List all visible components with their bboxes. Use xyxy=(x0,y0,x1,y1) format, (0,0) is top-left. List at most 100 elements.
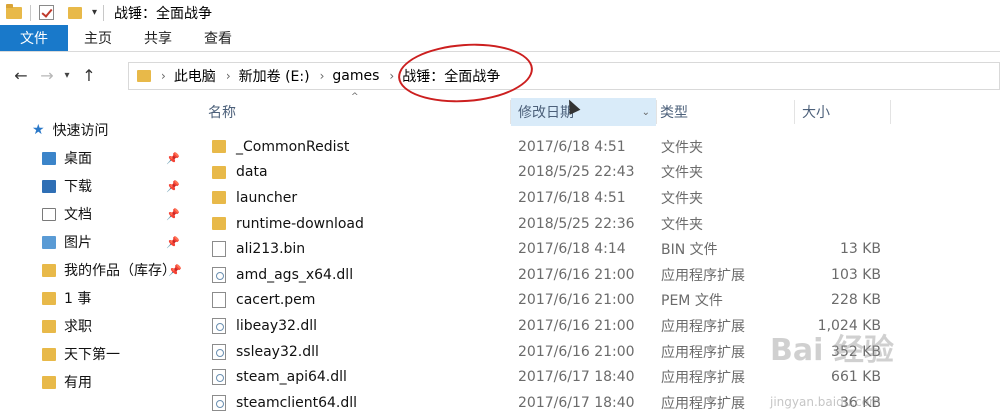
breadcrumb-this-pc[interactable]: 此电脑 xyxy=(174,66,216,86)
sidebar-item-label: 图片 xyxy=(64,235,92,251)
file-name: steamclient64.dll xyxy=(236,394,357,411)
file-type: 应用程序扩展 xyxy=(661,395,745,412)
file-row[interactable]: launcher 2017/6/18 4:51 文件夹 xyxy=(190,185,1000,211)
file-name: amd_ags_x64.dll xyxy=(236,266,354,283)
new-folder-icon[interactable] xyxy=(68,6,82,19)
file-row[interactable]: data 2018/5/25 22:43 文件夹 xyxy=(190,160,1000,186)
back-arrow-icon[interactable]: ← xyxy=(8,66,34,85)
file-type: 应用程序扩展 xyxy=(661,344,745,361)
file-date: 2018/5/25 22:43 xyxy=(518,164,635,181)
folder-icon xyxy=(212,140,226,154)
folder-icon xyxy=(42,375,56,389)
sidebar-item-my-works[interactable]: 我的作品（库存） 📌 xyxy=(0,256,190,284)
pin-icon[interactable]: 📌 xyxy=(166,152,180,165)
window-title: 战锤：全面战争 xyxy=(114,5,213,22)
breadcrumb-games[interactable]: games xyxy=(332,68,379,84)
dll-file-icon xyxy=(212,394,226,411)
folder-icon xyxy=(42,291,56,305)
desktop-icon xyxy=(42,151,56,165)
pin-icon[interactable]: 📌 xyxy=(168,264,182,277)
file-type: 文件夹 xyxy=(661,139,703,156)
watermark-url: jingyan.baidu.com xyxy=(770,395,881,409)
document-icon xyxy=(42,207,56,221)
file-type: 应用程序扩展 xyxy=(661,318,745,335)
sidebar-item-downloads[interactable]: 下载 📌 xyxy=(0,172,190,200)
properties-check-icon[interactable] xyxy=(39,5,54,20)
column-divider[interactable] xyxy=(656,100,657,124)
file-name: runtime-download xyxy=(236,215,364,232)
sidebar-item-folder-1[interactable]: 1 事 xyxy=(0,284,190,312)
column-header-row: 名称 修改日期 ⌄ 类型 大小 xyxy=(190,98,1000,126)
file-type: 文件夹 xyxy=(661,165,703,182)
picture-icon xyxy=(42,235,56,249)
column-divider[interactable] xyxy=(794,100,795,124)
file-size: 661 KB xyxy=(831,369,881,386)
sidebar-item-label: 天下第一 xyxy=(64,347,120,363)
sidebar-item-pictures[interactable]: 图片 📌 xyxy=(0,228,190,256)
sidebar-item-useful[interactable]: 有用 xyxy=(0,368,190,396)
file-size: 228 KB xyxy=(831,292,881,309)
file-date: 2017/6/16 21:00 xyxy=(518,343,635,360)
file-row[interactable]: ali213.bin 2017/6/18 4:14 BIN 文件 13 KB xyxy=(190,236,1000,262)
sidebar-item-quick-access[interactable]: ★ 快速访问 xyxy=(0,116,190,144)
file-date: 2017/6/18 4:51 xyxy=(518,189,626,206)
chevron-right-icon[interactable]: › xyxy=(320,69,325,83)
file-row[interactable]: runtime-download 2018/5/25 22:36 文件夹 xyxy=(190,211,1000,237)
folder-icon xyxy=(6,3,22,19)
sidebar-item-label: 我的作品（库存） xyxy=(64,263,176,279)
column-header-name[interactable]: 名称 xyxy=(208,98,508,126)
sidebar-item-tianxia[interactable]: 天下第一 xyxy=(0,340,190,368)
chevron-right-icon[interactable]: › xyxy=(226,69,231,83)
file-name: ali213.bin xyxy=(236,241,306,258)
sidebar-item-desktop[interactable]: 桌面 📌 xyxy=(0,144,190,172)
file-type: 文件夹 xyxy=(661,190,703,207)
chevron-down-icon[interactable]: ⌄ xyxy=(642,107,650,118)
file-name: cacert.pem xyxy=(236,292,316,309)
up-arrow-icon[interactable]: ↑ xyxy=(74,66,104,85)
file-date: 2017/6/16 21:00 xyxy=(518,266,635,283)
file-name: launcher xyxy=(236,189,298,206)
file-icon xyxy=(212,292,226,309)
customize-dropdown-icon[interactable]: ▾ xyxy=(92,7,97,18)
file-size: 13 KB xyxy=(839,241,881,258)
sidebar-item-documents[interactable]: 文档 📌 xyxy=(0,200,190,228)
folder-icon xyxy=(42,347,56,361)
sidebar-item-job-search[interactable]: 求职 xyxy=(0,312,190,340)
pin-icon[interactable]: 📌 xyxy=(166,208,180,221)
star-icon: ★ xyxy=(32,122,45,138)
file-row[interactable]: _CommonRedist 2017/6/18 4:51 文件夹 xyxy=(190,134,1000,160)
pin-icon[interactable]: 📌 xyxy=(166,236,180,249)
recent-locations-dropdown-icon[interactable]: ▾ xyxy=(60,70,74,81)
sidebar-item-label: 有用 xyxy=(64,375,92,391)
tab-view[interactable]: 查看 xyxy=(188,25,248,51)
navigation-pane: ★ 快速访问 桌面 📌 下载 📌 文档 📌 图片 📌 我的作品（库存） 📌 1 … xyxy=(0,98,190,415)
file-date: 2017/6/17 18:40 xyxy=(518,369,635,386)
folder-icon xyxy=(212,165,226,179)
chevron-right-icon[interactable]: › xyxy=(389,69,394,83)
quick-access-toolbar: ▾ xyxy=(0,0,105,25)
forward-arrow-icon[interactable]: → xyxy=(34,66,60,85)
sidebar-item-label: 1 事 xyxy=(64,291,92,307)
column-header-type[interactable]: 类型 xyxy=(660,98,790,126)
column-divider[interactable] xyxy=(890,100,891,124)
dll-file-icon xyxy=(212,317,226,334)
file-row[interactable]: amd_ags_x64.dll 2017/6/16 21:00 应用程序扩展 1… xyxy=(190,262,1000,288)
sidebar-item-label: 快速访问 xyxy=(52,123,109,139)
file-row[interactable]: cacert.pem 2017/6/16 21:00 PEM 文件 228 KB xyxy=(190,288,1000,314)
chevron-right-icon[interactable]: › xyxy=(161,69,166,83)
tab-share[interactable]: 共享 xyxy=(128,25,188,51)
tab-home[interactable]: 主页 xyxy=(68,25,128,51)
dll-file-icon xyxy=(212,369,226,386)
title-bar: ▾ 战锤：全面战争 xyxy=(0,0,1000,25)
file-date: 2017/6/16 21:00 xyxy=(518,292,635,309)
column-header-size[interactable]: 大小 xyxy=(802,98,892,126)
file-name: steam_api64.dll xyxy=(236,369,347,386)
folder-icon xyxy=(212,191,226,205)
address-bar[interactable]: › 此电脑 › 新加卷 (E:) › games › 战锤：全面战争 xyxy=(128,62,1000,90)
sidebar-item-label: 下载 xyxy=(64,179,92,195)
column-header-date[interactable]: 修改日期 ⌄ xyxy=(511,98,656,126)
pin-icon[interactable]: 📌 xyxy=(166,180,180,193)
folder-icon xyxy=(42,319,56,333)
tab-file[interactable]: 文件 xyxy=(0,25,68,51)
breadcrumb-drive[interactable]: 新加卷 (E:) xyxy=(239,66,310,86)
